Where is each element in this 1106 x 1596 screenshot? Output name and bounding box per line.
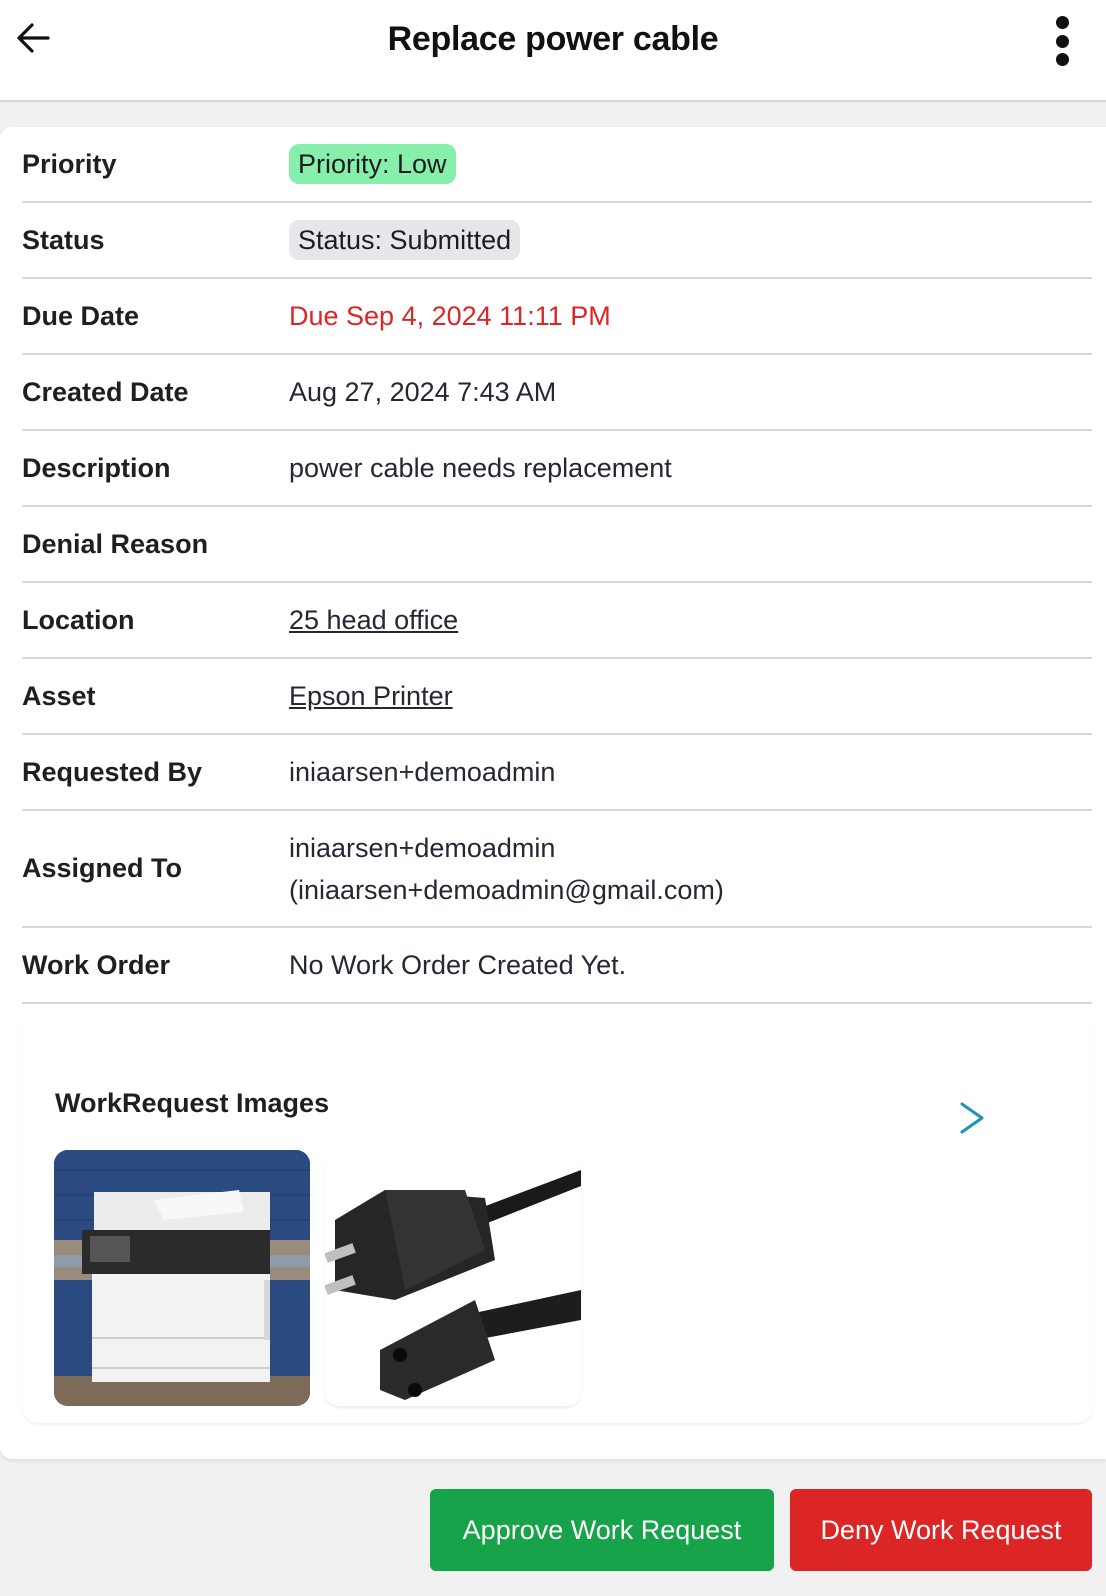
location-link[interactable]: 25 head office <box>289 605 458 635</box>
detail-row-location: Location 25 head office <box>22 583 1092 659</box>
chevron-right-icon <box>960 1102 984 1134</box>
power-cable-photo <box>325 1150 581 1406</box>
images-next-button[interactable] <box>952 1096 992 1140</box>
status-label: Status <box>22 224 105 255</box>
location-value: 25 head office <box>289 599 1092 641</box>
detail-row-denial-reason: Denial Reason <box>22 507 1092 583</box>
priority-label: Priority <box>22 148 117 179</box>
work-order-value: No Work Order Created Yet. <box>289 950 627 980</box>
due-date-label: Due Date <box>22 300 140 331</box>
detail-row-description: Description power cable needs replacemen… <box>22 431 1092 507</box>
detail-row-priority: Priority Priority: Low <box>22 127 1092 203</box>
location-label: Location <box>22 604 135 635</box>
more-options-button[interactable] <box>1048 14 1076 68</box>
detail-row-status: Status Status: Submitted <box>22 203 1092 279</box>
description-label: Description <box>22 452 171 483</box>
created-date-label: Created Date <box>22 376 189 407</box>
denial-reason-label: Denial Reason <box>22 528 209 559</box>
page-title: Replace power cable <box>387 20 719 58</box>
assigned-to-value: iniaarsen+demoadmin (iniaarsen+demoadmin… <box>289 827 1092 911</box>
assigned-to-label: Assigned To <box>22 853 183 883</box>
description-value: power cable needs replacement <box>289 453 672 483</box>
detail-row-due-date: Due Date Due Sep 4, 2024 11:11 PM <box>22 279 1092 355</box>
asset-link[interactable]: Epson Printer <box>289 681 453 711</box>
more-vertical-icon-dot <box>1055 53 1069 66</box>
app-header: Replace power cable <box>0 0 1106 102</box>
images-title: WorkRequest Images <box>55 1088 330 1118</box>
image-thumbnail-printer[interactable] <box>54 1150 310 1406</box>
detail-row-requested-by: Requested By iniaarsen+demoadmin <box>22 735 1092 811</box>
priority-value: Priority: Low <box>289 143 1092 185</box>
detail-row-created-date: Created Date Aug 27, 2024 7:43 AM <box>22 355 1092 431</box>
approve-work-request-button[interactable]: Approve Work Request <box>430 1489 774 1571</box>
detail-row-asset: Asset Epson Printer <box>22 659 1092 735</box>
priority-badge: Priority: Low <box>289 144 456 184</box>
details-list: Priority Priority: Low Status Status: Su… <box>22 127 1092 1004</box>
asset-label: Asset <box>22 680 96 711</box>
created-date-value: Aug 27, 2024 7:43 AM <box>289 377 557 407</box>
assigned-to-name: iniaarsen+demoadmin <box>289 832 556 863</box>
work-request-images-section: WorkRequest Images <box>22 1020 1092 1423</box>
status-badge: Status: Submitted <box>289 220 521 260</box>
image-thumbnail-power-cable[interactable] <box>325 1150 581 1406</box>
detail-row-work-order: Work Order No Work Order Created Yet. <box>22 928 1092 1004</box>
printer-photo <box>54 1150 310 1406</box>
action-bar: Approve Work Request Deny Work Request <box>0 1459 1106 1596</box>
work-order-label: Work Order <box>22 949 171 980</box>
detail-row-assigned-to: Assigned To iniaarsen+demoadmin (iniaars… <box>22 811 1092 928</box>
requested-by-value: iniaarsen+demoadmin <box>289 757 556 787</box>
status-value: Status: Submitted <box>289 219 1092 261</box>
asset-value: Epson Printer <box>289 675 1092 717</box>
assigned-to-email: (iniaarsen+demoadmin@gmail.com) <box>289 874 724 905</box>
deny-work-request-button[interactable]: Deny Work Request <box>790 1489 1092 1571</box>
requested-by-label: Requested By <box>22 756 203 787</box>
work-request-details-card: Priority Priority: Low Status Status: Su… <box>0 127 1106 1459</box>
due-date-value: Due Sep 4, 2024 11:11 PM <box>289 301 611 331</box>
more-vertical-icon-dot <box>1055 34 1069 48</box>
more-vertical-icon <box>1055 16 1069 29</box>
